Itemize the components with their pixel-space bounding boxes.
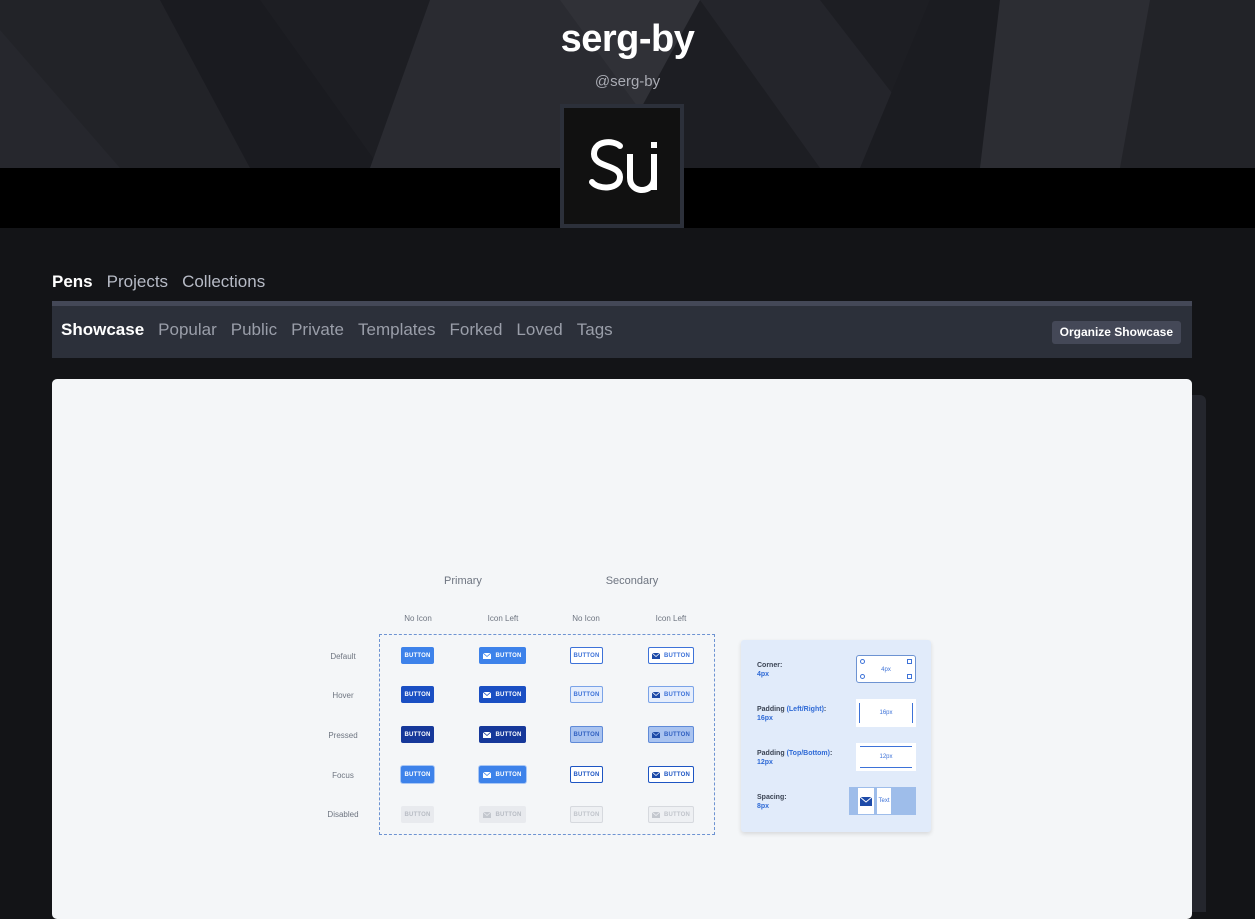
corner-marker — [907, 674, 912, 679]
tab-public[interactable]: Public — [231, 320, 277, 340]
button-spec-card: Corner: 4px 4px Padding (Left/Right): 16… — [741, 640, 931, 832]
demo-button[interactable]: BUTTON — [648, 726, 694, 743]
row-label: Hover — [332, 691, 354, 700]
tab-collections[interactable]: Collections — [182, 272, 265, 292]
demo-button[interactable]: BUTTON — [648, 766, 694, 783]
tab-loved[interactable]: Loved — [516, 320, 562, 340]
mail-icon — [651, 652, 660, 659]
row-label: Default — [330, 652, 356, 661]
mail-icon — [483, 652, 492, 659]
pens-filter-tabs: Showcase Popular Public Private Template… — [61, 320, 613, 340]
demo-button[interactable]: BUTTON — [648, 686, 694, 703]
profile-handle[interactable]: @serg-by — [0, 73, 1255, 90]
profile-tabs: Pens Projects Collections — [52, 272, 265, 292]
spec-padding-lr-label: Padding (Left/Right): 16px — [757, 706, 827, 722]
row-label: Disabled — [327, 810, 359, 819]
tab-forked[interactable]: Forked — [449, 320, 502, 340]
tab-projects[interactable]: Projects — [107, 272, 168, 292]
padding-marker — [859, 703, 860, 723]
spec-padding-lr-diagram: 16px — [856, 699, 916, 727]
demo-button[interactable]: BUTTON — [479, 686, 526, 703]
su-logo-icon — [589, 139, 657, 194]
demo-button: BUTTON — [648, 806, 694, 823]
padding-marker — [860, 767, 912, 768]
spec-corner-diagram: 4px — [856, 655, 916, 683]
spec-spacing-label: Spacing: 8px — [757, 794, 787, 810]
padding-marker — [860, 746, 912, 747]
tab-private[interactable]: Private — [291, 320, 344, 340]
corner-marker — [907, 659, 912, 664]
col-title: Icon Left — [655, 614, 687, 623]
mail-icon — [651, 691, 660, 698]
demo-button[interactable]: BUTTON — [570, 686, 603, 703]
demo-button[interactable]: BUTTON — [401, 726, 434, 743]
mail-icon — [483, 811, 492, 818]
demo-button[interactable]: BUTTON — [479, 766, 526, 783]
tab-tags[interactable]: Tags — [577, 320, 613, 340]
spec-spacing-diagram: Text — [849, 787, 916, 815]
spec-padding-tb-label: Padding (Top/Bottom): 12px — [757, 750, 833, 766]
showcase-pen-preview[interactable]: Primary Secondary No Icon Icon Left No I… — [52, 379, 1192, 919]
demo-button[interactable]: BUTTON — [570, 647, 603, 664]
demo-button[interactable]: BUTTON — [401, 686, 434, 703]
profile-name: serg-by — [560, 18, 695, 60]
mail-icon — [651, 731, 660, 738]
demo-button: BUTTON — [479, 806, 526, 823]
avatar-logo — [564, 134, 680, 208]
demo-button[interactable]: BUTTON — [570, 726, 603, 743]
demo-button[interactable]: BUTTON — [570, 766, 603, 783]
tab-templates[interactable]: Templates — [358, 320, 435, 340]
tab-popular[interactable]: Popular — [158, 320, 217, 340]
spec-corner-label: Corner: 4px — [757, 662, 783, 678]
mail-icon — [483, 691, 492, 698]
corner-marker — [860, 659, 865, 664]
group-title-secondary: Secondary — [605, 575, 659, 587]
spec-padding-tb-diagram: 12px — [856, 743, 916, 771]
demo-button[interactable]: BUTTON — [401, 647, 434, 664]
mail-icon — [483, 771, 492, 778]
row-label: Focus — [332, 771, 354, 780]
demo-button: BUTTON — [401, 806, 434, 823]
corner-marker — [860, 674, 865, 679]
demo-button: BUTTON — [570, 806, 603, 823]
padding-marker — [912, 703, 913, 723]
demo-button[interactable]: BUTTON — [648, 647, 694, 664]
mail-icon — [858, 788, 874, 814]
demo-button[interactable]: BUTTON — [479, 726, 526, 743]
tab-pens[interactable]: Pens — [52, 272, 93, 292]
mail-icon — [483, 731, 492, 738]
demo-button[interactable]: BUTTON — [479, 647, 526, 664]
avatar[interactable] — [560, 104, 684, 228]
mail-icon — [651, 771, 660, 778]
tab-showcase[interactable]: Showcase — [61, 320, 144, 340]
pens-subnav: Showcase Popular Public Private Template… — [52, 301, 1192, 358]
demo-button[interactable]: BUTTON — [401, 766, 434, 783]
group-title-primary: Primary — [444, 575, 482, 587]
mail-icon — [651, 811, 660, 818]
organize-showcase-button[interactable]: Organize Showcase — [1051, 321, 1181, 344]
row-label: Pressed — [328, 731, 358, 740]
